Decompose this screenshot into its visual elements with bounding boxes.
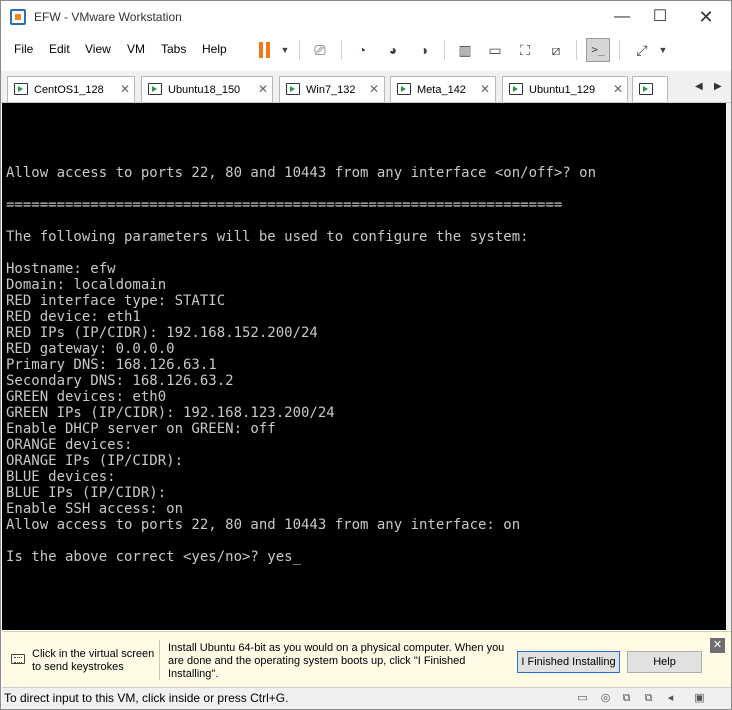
message-log-icon[interactable]: ▣ [692,691,707,706]
install-hint-bar: Click in the virtual screen to send keys… [2,631,731,687]
console-line: Is the above correct <yes/no>? yes_ [6,549,302,565]
vm-console-screen[interactable]: Allow access to ports 22, 80 and 10443 f… [2,103,726,630]
menu-help[interactable]: Help [202,42,227,56]
toolbar-separator [444,40,445,60]
console-line: GREEN devices: eth0 [6,389,167,405]
cd-dvd-icon[interactable]: ◎ [598,691,613,706]
console-line: BLUE IPs (IP/CIDR): [6,485,167,501]
console-line: Primary DNS: 168.126.63.1 [6,357,217,373]
hard-disk-icon[interactable]: ▭ [575,691,590,706]
console-line: Enable DHCP server on GREEN: off [6,421,276,437]
console-scrollbar[interactable] [726,103,731,630]
status-bar: To direct input to this VM, click inside… [2,687,731,709]
toolbar-separator [576,40,577,60]
console-line: Secondary DNS: 168.126.63.2 [6,373,234,389]
tab-ubuntu18-150[interactable]: Ubuntu18_150 ✕ [141,76,273,102]
console-line: Hostname: efw [6,261,116,277]
install-instructions-text: Install Ubuntu 64-bit as you would on a … [168,642,505,680]
tab-label: Ubuntu18_150 [168,84,241,96]
close-tab-icon[interactable]: ✕ [369,82,379,96]
tab-meta-142[interactable]: Meta_142 ✕ [390,76,496,102]
status-text: To direct input to this VM, click inside… [4,691,289,705]
close-hint-icon[interactable]: ✕ [710,638,725,653]
vmware-logo-icon [10,9,26,25]
close-button[interactable]: ✕ [691,5,721,29]
close-tab-icon[interactable]: ✕ [120,82,130,96]
tab-label: Win7_132 [306,84,356,96]
tab-label: Ubuntu1_129 [529,84,596,96]
console-output: Allow access to ports 22, 80 and 10443 f… [6,165,596,565]
console-line: The following parameters will be used to… [6,229,529,245]
window-title: EFW - VMware Workstation [34,10,182,24]
console-line: RED IPs (IP/CIDR): 192.168.152.200/24 [6,325,318,341]
toolbar-separator [299,40,300,60]
click-hint-text: Click in the virtual screen to send keys… [32,648,155,673]
stretch-dropdown-icon[interactable]: ▼ [651,38,675,62]
minimize-button[interactable]: — [607,5,637,29]
vmware-window: EFW - VMware Workstation — ☐ ✕ File Edit… [0,0,732,710]
fullscreen-icon[interactable]: ⛶ [513,38,537,62]
vm-running-icon [509,83,523,95]
snapshot-manager-icon[interactable]: ◑ [412,38,436,62]
vm-running-icon [397,83,411,95]
console-line: RED device: eth1 [6,309,141,325]
close-tab-icon[interactable]: ✕ [258,82,268,96]
maximize-button[interactable]: ☐ [645,5,675,29]
console-line: GREEN IPs (IP/CIDR): 192.168.123.200/24 [6,405,335,421]
tab-ubuntu1-129[interactable]: Ubuntu1_129 ✕ [502,76,628,102]
menu-tabs[interactable]: Tabs [161,42,186,56]
close-tab-icon[interactable]: ✕ [480,82,490,96]
tab-win7-132[interactable]: Win7_132 ✕ [279,76,385,102]
menu-file[interactable]: File [14,42,33,56]
console-line: ========================================… [6,197,563,213]
hint-separator [159,640,160,680]
console-line: Allow access to ports 22, 80 and 10443 f… [6,517,521,533]
thumbnail-bar-icon[interactable]: ▭ [483,38,507,62]
network-adapter-2-icon[interactable]: ⧉ [641,691,656,706]
title-bar: EFW - VMware Workstation — ☐ ✕ [1,1,731,33]
console-line: ORANGE IPs (IP/CIDR): [6,453,184,469]
console-view-icon[interactable]: >_ [586,38,610,62]
keyboard-icon [11,654,25,664]
unity-icon[interactable]: ⧄ [544,38,568,62]
speaker-icon[interactable]: ◂ [663,691,678,706]
vm-tab-bar: CentOS1_128 ✕ Ubuntu18_150 ✕ Win7_132 ✕ … [1,71,731,103]
snapshot-icon[interactable]: ◔ [350,38,374,62]
tab-label: CentOS1_128 [34,84,104,96]
power-dropdown-icon[interactable]: ▼ [273,38,297,62]
tab-scroll-left-icon[interactable]: ◀ [695,81,703,92]
help-button[interactable]: Help [627,651,702,673]
vm-running-icon [14,83,28,95]
vm-running-icon [286,83,300,95]
send-ctrl-alt-del-icon[interactable]: ⎚ [308,38,332,62]
tab-label: Meta_142 [417,84,466,96]
library-icon[interactable]: ▥ [453,38,477,62]
menu-view[interactable]: View [85,42,111,56]
close-tab-icon[interactable]: ✕ [613,82,623,96]
console-line: Enable SSH access: on [6,501,184,517]
console-line: RED interface type: STATIC [6,293,226,309]
tab-centos1-128[interactable]: CentOS1_128 ✕ [7,76,135,102]
menu-vm[interactable]: VM [127,42,145,56]
revert-snapshot-icon[interactable]: ◕ [381,38,405,62]
network-adapter-icon[interactable]: ⧉ [619,691,634,706]
console-line: RED gateway: 0.0.0.0 [6,341,175,357]
finished-installing-button[interactable]: I Finished Installing [517,651,620,673]
toolbar-separator [619,40,620,60]
vm-running-icon [148,83,162,95]
toolbar-separator [341,40,342,60]
vm-running-icon [639,83,653,95]
tab-scroll-right-icon[interactable]: ▶ [714,81,722,92]
console-line: Allow access to ports 22, 80 and 10443 f… [6,165,597,181]
tab-efw-active[interactable] [632,76,668,102]
console-line: ORANGE devices: [6,437,133,453]
console-line: BLUE devices: [6,469,116,485]
menu-edit[interactable]: Edit [49,42,70,56]
menu-toolbar: File Edit View VM Tabs Help ▼ ⎚ ◔ ◕ ◑ ▥ … [1,35,731,65]
console-line: Domain: localdomain [6,277,167,293]
